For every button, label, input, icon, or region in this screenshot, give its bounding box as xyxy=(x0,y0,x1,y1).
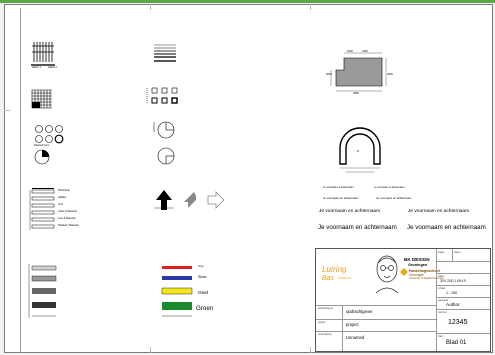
label-schaal: schaal xyxy=(438,287,445,290)
logo-small-text: Bouwkunde xyxy=(338,277,352,280)
text-sample: Je voornaam en achternaam xyxy=(408,209,470,214)
label-project: project xyxy=(318,321,326,324)
border-tick xyxy=(4,110,10,111)
sheet-margin-line xyxy=(20,8,21,353)
logo-text: Lutring xyxy=(322,265,347,274)
fill-label: Line xyxy=(58,203,63,206)
value-blad: Blad 01 xyxy=(446,340,467,346)
square-samples xyxy=(146,87,178,104)
label-omschrijving: omschrijving xyxy=(318,333,332,336)
company-name: BK DESIGN xyxy=(404,257,430,262)
value-nummer: 12345 xyxy=(448,319,468,326)
dimension-label: 2400 xyxy=(362,50,368,53)
value-status: datum xyxy=(454,251,461,254)
text-sample: Je voornaam en achternaam xyxy=(374,186,405,189)
top-accent-bar xyxy=(0,0,495,3)
label-datum: datum xyxy=(438,275,445,278)
fill-label: Hidden xyxy=(58,196,67,199)
value-project: project xyxy=(346,322,359,327)
grey-fill-samples xyxy=(28,264,57,318)
fill-label: Shaded / Material xyxy=(58,224,79,227)
border-tick xyxy=(150,4,151,10)
label-status: status xyxy=(438,251,445,254)
grid-pattern xyxy=(31,89,52,109)
value-opdrachtgever: opdrachtgever xyxy=(346,309,373,314)
title-block: Lutring Bas Bouwkunde BK DESIGN Groninge… xyxy=(315,248,491,352)
text-sample: Je voornaam en achternaam xyxy=(318,224,397,231)
portrait-sketch-icon xyxy=(375,255,399,294)
fill-label: Wireframe xyxy=(58,189,70,192)
text-sample: Je voornaam en achternaam xyxy=(323,186,354,189)
label-opdrachtgever: opdrachtgever xyxy=(318,307,334,310)
value-getekend: Author xyxy=(446,302,460,307)
line-weights xyxy=(154,44,176,62)
pie-samples xyxy=(153,121,175,165)
school-logo-icon xyxy=(400,268,408,276)
color-label: Geel xyxy=(198,291,209,296)
arrow-samples xyxy=(154,190,225,210)
dimension-label: 2500 xyxy=(387,73,393,76)
color-label: Silver xyxy=(198,275,207,279)
border-tick xyxy=(150,347,151,353)
border-tick xyxy=(310,4,311,10)
text-sample: Je voornaam en achternaam xyxy=(319,209,381,214)
hatch-label: Hatch 2 xyxy=(48,66,57,69)
dimensioned-arch xyxy=(339,127,381,173)
fill-label: Line & Material xyxy=(58,217,76,220)
value-schaal: 1 : 100 xyxy=(446,291,457,295)
fill-label: Color & Material xyxy=(58,210,77,213)
logo-subtext: Bas xyxy=(322,275,335,282)
label-blad: blad xyxy=(438,335,443,338)
text-sample: Je voornaam en achternaam xyxy=(376,196,412,200)
dimensioned-l-shape xyxy=(330,52,387,92)
color-label: Grey xyxy=(198,265,204,268)
company-city: Groningen xyxy=(408,263,428,267)
text-sample: Je voornaam en achternaam xyxy=(323,196,359,200)
circle-caption: Dashed lines xyxy=(34,144,49,147)
border-tick xyxy=(310,347,311,353)
color-label: Groen xyxy=(196,305,214,312)
label-nummer: nummer xyxy=(438,311,447,314)
dimension-label: 4800 xyxy=(353,92,359,95)
text-sample: Je voornaam en achternaam xyxy=(407,224,486,231)
dimension-label: 1500 xyxy=(347,50,353,53)
hatch-label: Hatch 1 xyxy=(32,66,41,69)
dimension-label: R xyxy=(357,150,359,153)
fill-samples xyxy=(29,188,55,230)
value-omschrijving: Unnamed xyxy=(346,335,365,340)
dimension-label: 3000 xyxy=(326,73,332,76)
value-datum: 30 9 2011 1:09:19 xyxy=(440,279,466,283)
